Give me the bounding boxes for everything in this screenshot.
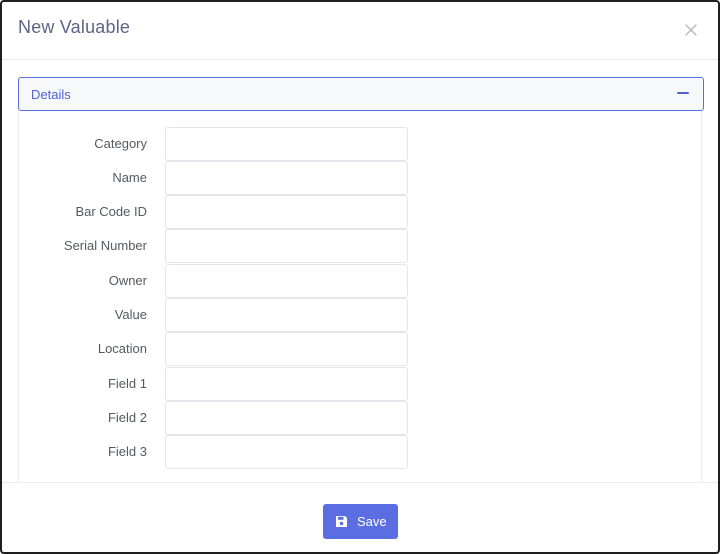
serial-number-label: Serial Number	[63, 238, 147, 253]
form-row-value: Value	[19, 298, 703, 332]
form-row-bar-code-id: Bar Code ID	[19, 195, 703, 229]
field-2-label: Field 2	[107, 410, 147, 425]
floppy-disk-icon	[336, 516, 347, 527]
modal-title: New Valuable	[18, 17, 131, 37]
close-button[interactable]	[684, 23, 698, 37]
form-row-owner: Owner	[19, 264, 703, 298]
form-row-name: Name	[19, 161, 703, 195]
modal-header: New Valuable	[2, 2, 718, 60]
save-button[interactable]: Save	[323, 504, 398, 539]
form-row-serial-number: Serial Number	[19, 229, 703, 263]
owner-input[interactable]	[165, 264, 408, 298]
details-panel-title: Details	[31, 87, 71, 102]
field-3-label: Field 3	[107, 444, 147, 459]
location-label: Location	[97, 341, 147, 356]
form-row-field-3: Field 3	[19, 435, 703, 469]
category-input[interactable]	[165, 127, 408, 161]
name-input[interactable]	[165, 161, 408, 195]
location-input[interactable]	[165, 332, 408, 366]
value-label: Value	[114, 307, 147, 322]
modal-body: Details Category Name Bar Code ID Serial…	[2, 61, 718, 482]
category-label: Category	[94, 136, 147, 151]
field-1-label: Field 1	[107, 376, 147, 391]
field-2-input[interactable]	[165, 401, 408, 435]
details-panel-header[interactable]: Details	[18, 77, 704, 111]
form-row-location: Location	[19, 332, 703, 366]
bar-code-id-input[interactable]	[165, 195, 408, 229]
save-label: Save	[357, 514, 387, 529]
serial-number-input[interactable]	[165, 229, 408, 263]
minus-icon[interactable]	[677, 92, 689, 94]
new-valuable-modal: New Valuable Details Category Name Bar C…	[0, 0, 720, 554]
field-1-input[interactable]	[165, 367, 408, 401]
name-label: Name	[112, 170, 147, 185]
form-row-field-2: Field 2	[19, 401, 703, 435]
close-icon	[685, 24, 697, 36]
value-input[interactable]	[165, 298, 408, 332]
modal-footer: Save	[2, 482, 718, 552]
details-panel: Details Category Name Bar Code ID Serial…	[18, 77, 704, 482]
bar-code-id-label: Bar Code ID	[75, 204, 147, 219]
owner-label: Owner	[108, 273, 147, 288]
field-3-input[interactable]	[165, 435, 408, 469]
form-row-field-1: Field 1	[19, 367, 703, 401]
form-row-category: Category	[19, 127, 703, 161]
